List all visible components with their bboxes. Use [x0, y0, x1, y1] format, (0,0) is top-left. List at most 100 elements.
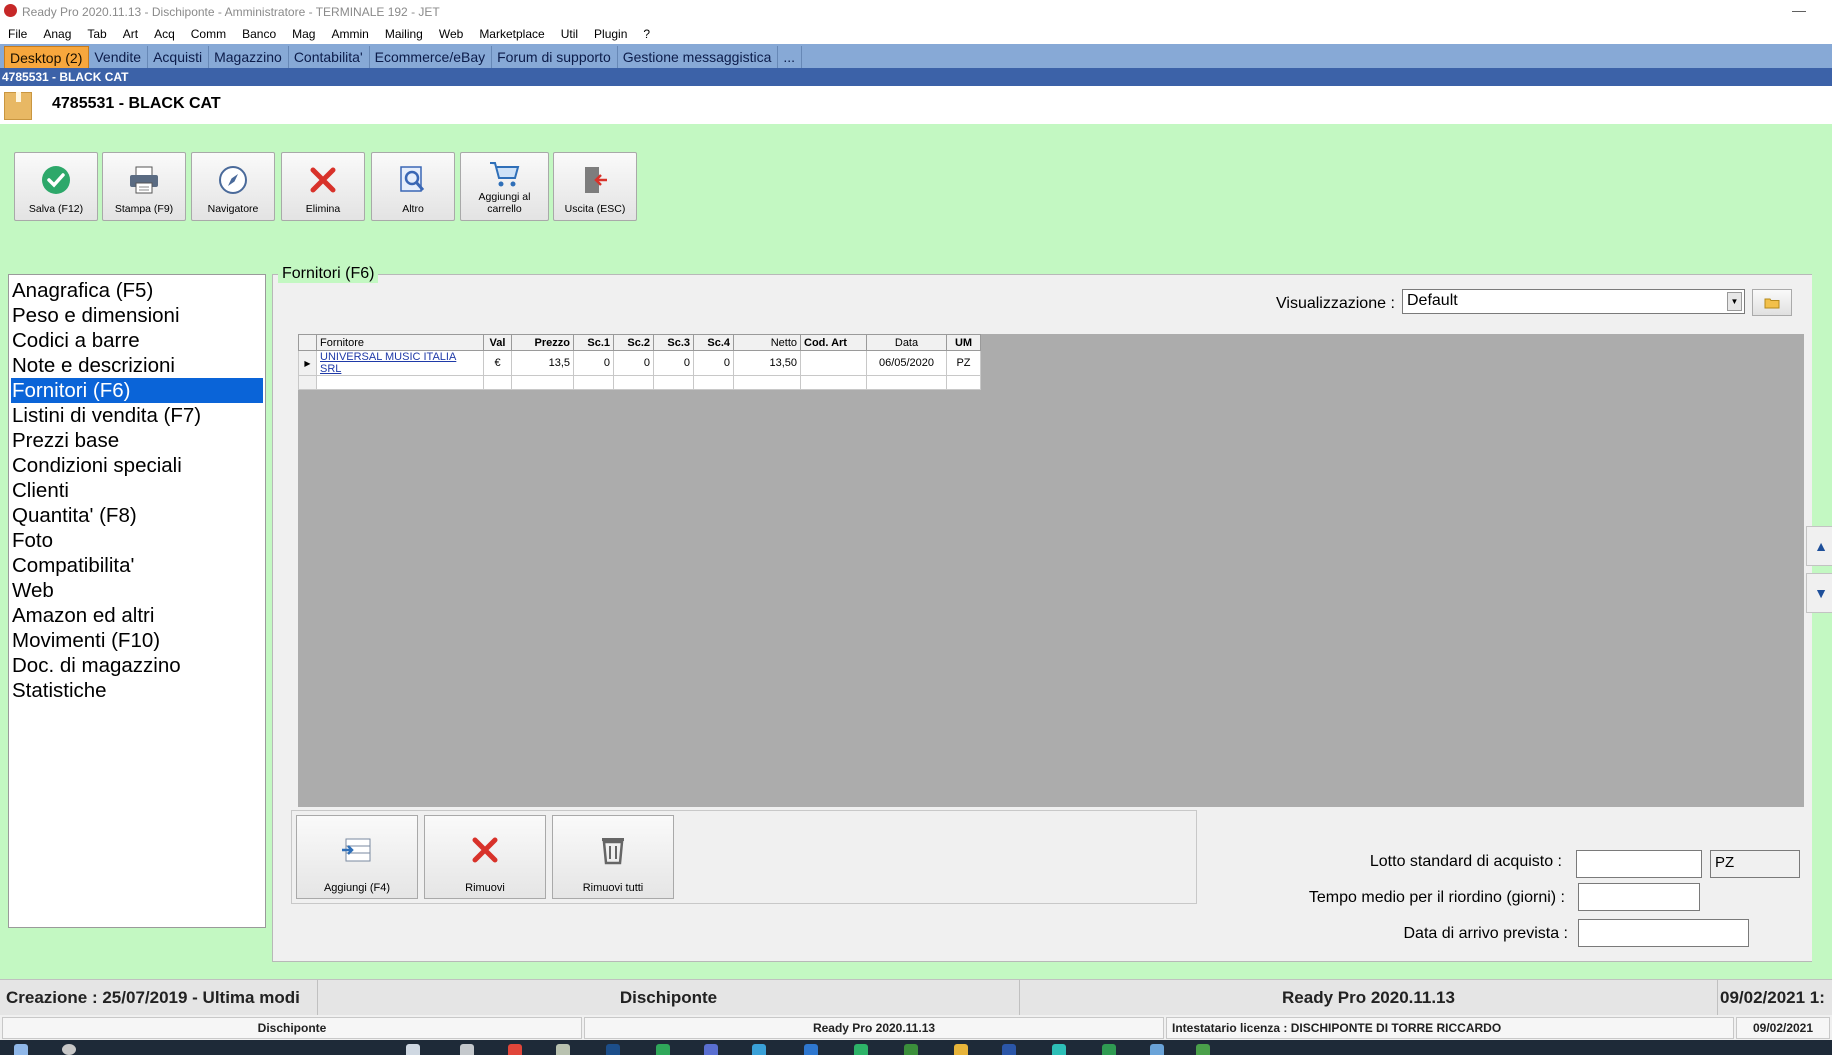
- taskbar-app-icon[interactable]: [1052, 1044, 1066, 1055]
- nav-item-peso[interactable]: Peso e dimensioni: [9, 303, 265, 328]
- cell-sc2[interactable]: 0: [613, 350, 654, 376]
- empty-cell[interactable]: [511, 375, 574, 390]
- add-button[interactable]: Aggiungi (F4): [296, 815, 418, 899]
- col-sc1[interactable]: Sc.1: [573, 334, 614, 351]
- menu-ammin[interactable]: Ammin: [331, 27, 368, 41]
- cell-cod-art[interactable]: [800, 350, 867, 376]
- taskbar-app-icon[interactable]: [1002, 1044, 1016, 1055]
- nav-item-prezzi[interactable]: Prezzi base: [9, 428, 265, 453]
- tab-messaggistica[interactable]: Gestione messaggistica: [618, 46, 779, 68]
- menu-mag[interactable]: Mag: [292, 27, 315, 41]
- col-cod-art[interactable]: Cod. Art: [800, 334, 867, 351]
- print-button[interactable]: Stampa (F9): [102, 152, 186, 221]
- tab-acquisti[interactable]: Acquisti: [148, 46, 210, 68]
- taskbar-app-icon[interactable]: [1102, 1044, 1116, 1055]
- col-sc2[interactable]: Sc.2: [613, 334, 654, 351]
- col-val[interactable]: Val: [483, 334, 512, 351]
- nav-item-condizioni[interactable]: Condizioni speciali: [9, 453, 265, 478]
- menu-banco[interactable]: Banco: [242, 27, 276, 41]
- nav-item-anagrafica[interactable]: Anagrafica (F5): [9, 278, 265, 303]
- move-down-button[interactable]: ▼: [1806, 573, 1832, 613]
- taskbar-app-icon[interactable]: [704, 1044, 718, 1055]
- taskbar-app-icon[interactable]: [752, 1044, 766, 1055]
- nav-item-listini[interactable]: Listini di vendita (F7): [9, 403, 265, 428]
- menu-plugin[interactable]: Plugin: [594, 27, 627, 41]
- taskbar-app-icon[interactable]: [804, 1044, 818, 1055]
- empty-cell[interactable]: [866, 375, 947, 390]
- nav-item-note[interactable]: Note e descrizioni: [9, 353, 265, 378]
- table-row-new[interactable]: [298, 375, 981, 390]
- tab-vendite[interactable]: Vendite: [89, 46, 149, 68]
- view-select[interactable]: Default ▼: [1402, 289, 1745, 314]
- empty-cell[interactable]: [483, 375, 512, 390]
- menu-acq[interactable]: Acq: [154, 27, 175, 41]
- nav-item-fornitori[interactable]: Fornitori (F6): [11, 378, 263, 403]
- nav-item-quantita[interactable]: Quantita' (F8): [9, 503, 265, 528]
- col-fornitore[interactable]: Fornitore: [316, 334, 484, 351]
- remove-all-button[interactable]: Rimuovi tutti: [552, 815, 674, 899]
- taskbar-app-icon[interactable]: [556, 1044, 570, 1055]
- nav-item-clienti[interactable]: Clienti: [9, 478, 265, 503]
- col-netto[interactable]: Netto: [733, 334, 801, 351]
- tab-ecommerce[interactable]: Ecommerce/eBay: [370, 46, 493, 68]
- cell-um[interactable]: PZ: [946, 350, 981, 376]
- taskbar-app-icon[interactable]: [1150, 1044, 1164, 1055]
- cell-sc4[interactable]: 0: [693, 350, 734, 376]
- cell-netto[interactable]: 13,50: [733, 350, 801, 376]
- lot-input[interactable]: [1576, 850, 1702, 878]
- tab-forum[interactable]: Forum di supporto: [492, 46, 618, 68]
- save-button[interactable]: Salva (F12): [14, 152, 98, 221]
- empty-cell[interactable]: [693, 375, 734, 390]
- other-button[interactable]: Altro: [371, 152, 455, 221]
- navigator-button[interactable]: Navigatore: [191, 152, 275, 221]
- nav-item-amazon[interactable]: Amazon ed altri: [9, 603, 265, 628]
- nav-item-foto[interactable]: Foto: [9, 528, 265, 553]
- taskbar-app-icon[interactable]: [606, 1044, 620, 1055]
- taskbar-app-icon[interactable]: [460, 1044, 474, 1055]
- minimize-button[interactable]: —: [1792, 2, 1806, 18]
- col-sc4[interactable]: Sc.4: [693, 334, 734, 351]
- taskbar-app-icon[interactable]: [1196, 1044, 1210, 1055]
- taskbar-app-icon[interactable]: [406, 1044, 420, 1055]
- reorder-input[interactable]: [1578, 883, 1700, 911]
- cell-val[interactable]: €: [483, 350, 512, 376]
- empty-cell[interactable]: [653, 375, 694, 390]
- menu-mailing[interactable]: Mailing: [385, 27, 423, 41]
- col-sc3[interactable]: Sc.3: [653, 334, 694, 351]
- menu-tab[interactable]: Tab: [87, 27, 106, 41]
- col-data[interactable]: Data: [866, 334, 947, 351]
- arrival-date-input[interactable]: [1578, 919, 1749, 947]
- menu-marketplace[interactable]: Marketplace: [479, 27, 544, 41]
- menu-help[interactable]: ?: [643, 27, 650, 41]
- add-to-cart-button[interactable]: Aggiungi al carrello: [460, 152, 549, 221]
- menu-art[interactable]: Art: [123, 27, 138, 41]
- nav-item-compatibilita[interactable]: Compatibilita': [9, 553, 265, 578]
- nav-item-statistiche[interactable]: Statistiche: [9, 678, 265, 703]
- table-row[interactable]: ▶ UNIVERSAL MUSIC ITALIA SRL € 13,5 0 0 …: [298, 350, 981, 376]
- empty-cell[interactable]: [613, 375, 654, 390]
- folder-button[interactable]: [1752, 289, 1792, 316]
- search-icon[interactable]: [62, 1044, 76, 1055]
- cell-fornitore[interactable]: UNIVERSAL MUSIC ITALIA SRL: [316, 350, 484, 376]
- tab-desktop[interactable]: Desktop (2): [4, 46, 90, 68]
- chevron-down-icon[interactable]: ▼: [1727, 292, 1742, 311]
- empty-cell[interactable]: [800, 375, 867, 390]
- col-um[interactable]: UM: [946, 334, 981, 351]
- nav-item-codici[interactable]: Codici a barre: [9, 328, 265, 353]
- empty-cell[interactable]: [733, 375, 801, 390]
- cell-prezzo[interactable]: 13,5: [511, 350, 574, 376]
- cell-sc3[interactable]: 0: [653, 350, 694, 376]
- empty-cell[interactable]: [316, 375, 484, 390]
- taskbar-app-icon[interactable]: [508, 1044, 522, 1055]
- taskbar-app-icon[interactable]: [904, 1044, 918, 1055]
- remove-button[interactable]: Rimuovi: [424, 815, 546, 899]
- menu-comm[interactable]: Comm: [191, 27, 226, 41]
- tab-contabilita[interactable]: Contabilita': [289, 46, 370, 68]
- menu-web[interactable]: Web: [439, 27, 463, 41]
- col-prezzo[interactable]: Prezzo: [511, 334, 574, 351]
- nav-item-movimenti[interactable]: Movimenti (F10): [9, 628, 265, 653]
- taskbar-app-icon[interactable]: [954, 1044, 968, 1055]
- tab-more[interactable]: ...: [778, 46, 803, 68]
- exit-button[interactable]: Uscita (ESC): [553, 152, 637, 221]
- move-up-button[interactable]: ▲: [1806, 526, 1832, 566]
